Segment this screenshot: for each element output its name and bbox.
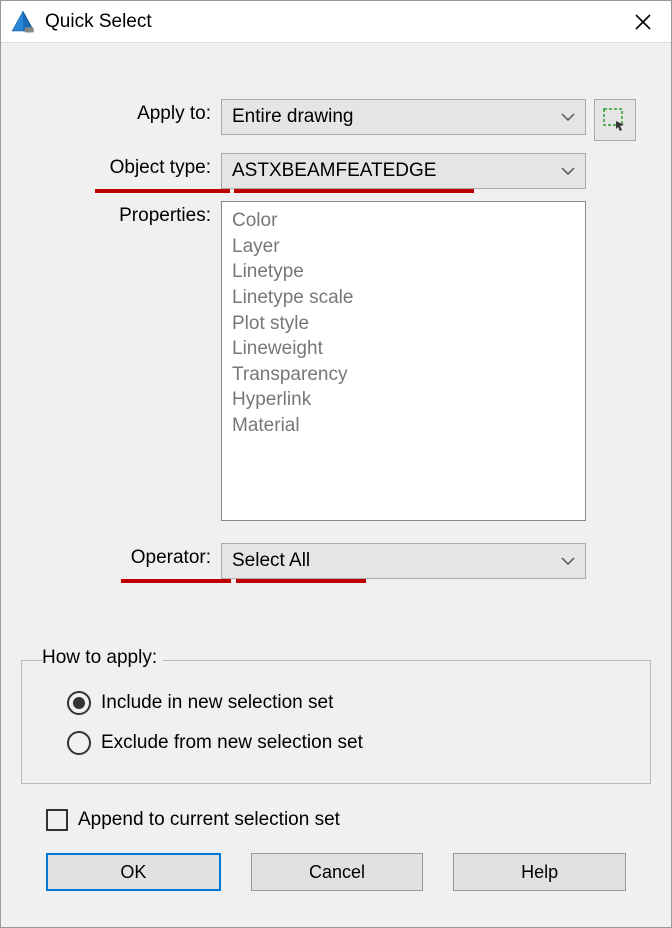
operator-dropdown[interactable]: Select All (221, 543, 586, 579)
checkbox-icon (46, 809, 68, 831)
apply-to-dropdown[interactable]: Entire drawing (221, 99, 586, 135)
how-to-apply-group: How to apply: Include in new selection s… (21, 660, 651, 784)
list-item[interactable]: Transparency (232, 362, 575, 388)
underline-annotation (121, 579, 231, 583)
chevron-down-icon (561, 557, 575, 565)
list-item[interactable]: Color (232, 208, 575, 234)
button-row: OK Cancel Help (21, 835, 651, 907)
groupbox-title: How to apply: (42, 647, 163, 669)
chevron-down-icon (561, 113, 575, 121)
radio-include[interactable]: Include in new selection set (42, 683, 630, 723)
list-item[interactable]: Linetype scale (232, 285, 575, 311)
close-icon (635, 14, 651, 30)
dialog-content: Apply to: Entire drawing Object type: (1, 43, 671, 927)
list-item[interactable]: Lineweight (232, 336, 575, 362)
list-item[interactable]: Plot style (232, 311, 575, 337)
apply-to-label: Apply to: (21, 99, 221, 125)
radio-include-label: Include in new selection set (101, 692, 333, 714)
object-type-dropdown[interactable]: ASTXBEAMFEATEDGE (221, 153, 586, 189)
cancel-button[interactable]: Cancel (251, 853, 424, 891)
properties-label: Properties: (21, 201, 221, 227)
append-checkbox[interactable]: Append to current selection set (21, 805, 651, 835)
radio-exclude-label: Exclude from new selection set (101, 732, 363, 754)
ok-button[interactable]: OK (46, 853, 221, 891)
select-objects-icon (602, 107, 628, 133)
properties-listbox[interactable]: Color Layer Linetype Linetype scale Plot… (221, 201, 586, 521)
list-item[interactable]: Layer (232, 234, 575, 260)
apply-to-value: Entire drawing (232, 106, 353, 128)
object-type-value: ASTXBEAMFEATEDGE (232, 160, 436, 182)
underline-annotation (95, 189, 230, 193)
object-type-label: Object type: (21, 153, 221, 179)
app-icon (9, 8, 37, 36)
operator-label: Operator: (21, 543, 221, 569)
underline-annotation (234, 189, 474, 193)
radio-icon (67, 731, 91, 755)
list-item[interactable]: Material (232, 413, 575, 439)
list-item[interactable]: Hyperlink (232, 387, 575, 413)
close-button[interactable] (623, 7, 663, 37)
chevron-down-icon (561, 167, 575, 175)
radio-exclude[interactable]: Exclude from new selection set (42, 723, 630, 763)
quick-select-dialog: Quick Select Apply to: Entire drawing (0, 0, 672, 928)
radio-icon (67, 691, 91, 715)
titlebar: Quick Select (1, 1, 671, 43)
append-checkbox-label: Append to current selection set (78, 809, 340, 831)
underline-annotation (236, 579, 366, 583)
help-button[interactable]: Help (453, 853, 626, 891)
dialog-title: Quick Select (45, 11, 623, 33)
list-item[interactable]: Linetype (232, 259, 575, 285)
select-objects-button[interactable] (594, 99, 636, 141)
operator-value: Select All (232, 550, 310, 572)
